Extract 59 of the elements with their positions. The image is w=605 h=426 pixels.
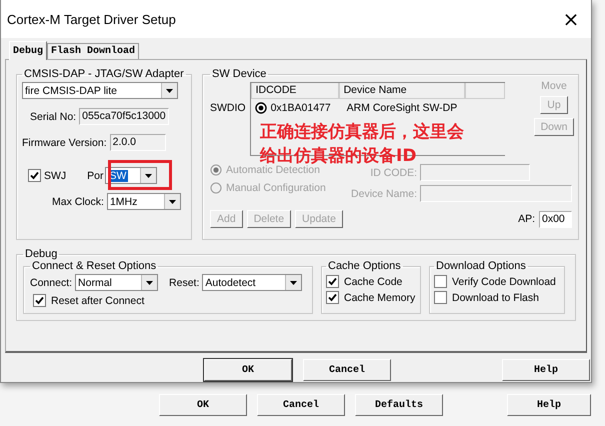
serial-field: 055ca70f5c13000 [79,108,169,125]
reset-dropdown[interactable]: Autodetect [202,274,302,291]
checkbox[interactable] [326,291,339,304]
tab[interactable]: Flash Download [47,43,140,59]
column-header: IDCODE [250,83,339,99]
column-header: Device Name [338,83,465,99]
move-label: Move [541,80,567,92]
dialog-button[interactable]: Help [507,394,591,416]
group-title: SW Device [211,68,268,80]
id-code-label: ID CODE: [370,166,417,178]
radio-label: Automatic Detection [226,164,320,176]
connect-dropdown[interactable]: Normal [75,274,158,291]
connect-label: Connect: [30,276,72,288]
device-name-field[interactable] [420,185,572,202]
checkbox-label: Verify Code Download [452,276,556,288]
highlight-frame [108,160,172,190]
adapter-dropdown[interactable]: fire CMSIS-DAP lite [22,82,178,99]
radio-button[interactable] [254,102,267,114]
checkbox[interactable] [326,275,339,288]
reset-label: Reset: [169,276,200,288]
tab[interactable]: Debug [9,41,48,60]
group-title: Debug [24,248,58,260]
dialog-button[interactable]: OK [204,359,292,381]
checkbox[interactable] [28,169,41,182]
id-code-field[interactable] [420,164,530,181]
checkbox[interactable] [434,275,447,288]
device-name-label: Device Name: [351,188,417,200]
swdio-label: SWDIO [210,102,246,114]
close-button[interactable]: × [551,1,591,37]
dialog-button[interactable]: Help [502,359,590,381]
swj-label: SWJ [44,170,66,182]
annotation-text: 正确连接仿真器后，这里会 [260,121,464,144]
checkbox[interactable] [33,294,46,307]
window-title: Cortex-M Target Driver Setup [7,12,176,26]
firmware-field: 2.0.0 [110,134,166,151]
dialog-button[interactable]: OK [159,394,247,416]
radio-label: Manual Configuration [226,182,326,194]
checkbox-label: Cache Memory [344,292,416,304]
port-label: Por [87,170,104,182]
checkbox-label: Reset after Connect [51,294,144,306]
firmware-label: Firmware Version: [22,136,107,148]
serial-label: Serial No: [30,110,76,122]
max-clock-dropdown[interactable]: 1MHz [106,193,181,210]
dialog-button[interactable]: Cancel [303,359,391,381]
annotation-text: 给出仿真器的设备ID [260,145,416,166]
max-clock-label: Max Clock: [52,196,104,208]
ap-label: AP: [518,213,535,225]
checkbox-label: Download to Flash [452,292,539,304]
group-title: Cache Options [327,260,402,272]
table-cell-text: 0x1BA01477 [270,102,332,114]
group-title: Download Options [435,260,527,272]
checkbox-label: Cache Code [344,276,402,288]
dialog-button[interactable]: Defaults [355,394,443,416]
table-cell: ARM CoreSight SW-DP [346,102,458,114]
group-title: Connect & Reset Options [31,260,158,272]
dialog-button[interactable]: Cancel [257,394,345,416]
group-title: CMSIS-DAP - JTAG/SW Adapter [23,68,185,80]
checkbox[interactable] [434,291,447,304]
ap-field[interactable]: 0x00 [539,210,572,228]
